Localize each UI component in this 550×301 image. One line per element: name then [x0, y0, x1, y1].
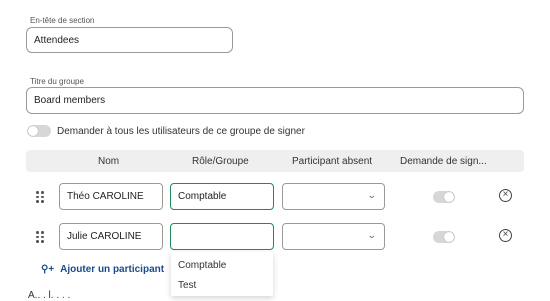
role-option-comptable[interactable]: Comptable: [178, 260, 226, 271]
add-participant-button[interactable]: ⚲+ Ajouter un participant: [41, 264, 164, 275]
ask-all-signers-label: Demander à tous les utilisateurs de ce g…: [57, 126, 305, 137]
drag-handle-icon[interactable]: [36, 231, 44, 243]
participant-absent-select[interactable]: ⌄: [282, 183, 385, 210]
column-header-role: Rôle/Groupe: [192, 156, 249, 167]
role-option-test[interactable]: Test: [178, 280, 196, 291]
column-header-name: Nom: [98, 156, 120, 167]
remove-participant-icon[interactable]: ×: [499, 189, 512, 202]
section-header-input[interactable]: Attendees: [26, 27, 233, 53]
remove-participant-icon[interactable]: ×: [499, 229, 512, 242]
add-participant-label: Ajouter un participant: [60, 264, 165, 275]
participant-role-input[interactable]: [170, 223, 274, 250]
sign-request-toggle[interactable]: [433, 231, 455, 243]
section-header-label: En-tête de section: [30, 16, 95, 25]
role-dropdown: Comptable Test: [171, 252, 273, 296]
group-title-input[interactable]: Board members: [26, 87, 524, 114]
add-user-icon: ⚲+: [41, 264, 55, 275]
column-header-absent: Participant absent: [292, 156, 373, 167]
chevron-down-icon: ⌄: [367, 190, 378, 200]
sign-request-toggle[interactable]: [433, 191, 455, 203]
ask-all-signers-toggle[interactable]: [27, 125, 51, 137]
group-title-label: Titre du groupe: [30, 77, 84, 86]
drag-handle-icon[interactable]: [36, 191, 44, 203]
participant-absent-select[interactable]: ⌄: [282, 223, 385, 250]
column-header-sign-request: Demande de sign...: [400, 156, 487, 167]
chevron-down-icon: ⌄: [367, 230, 378, 240]
participant-name-input[interactable]: Théo CAROLINE: [59, 183, 163, 210]
participant-role-input[interactable]: Comptable: [170, 183, 274, 210]
participant-name-input[interactable]: Julie CAROLINE: [59, 223, 163, 250]
